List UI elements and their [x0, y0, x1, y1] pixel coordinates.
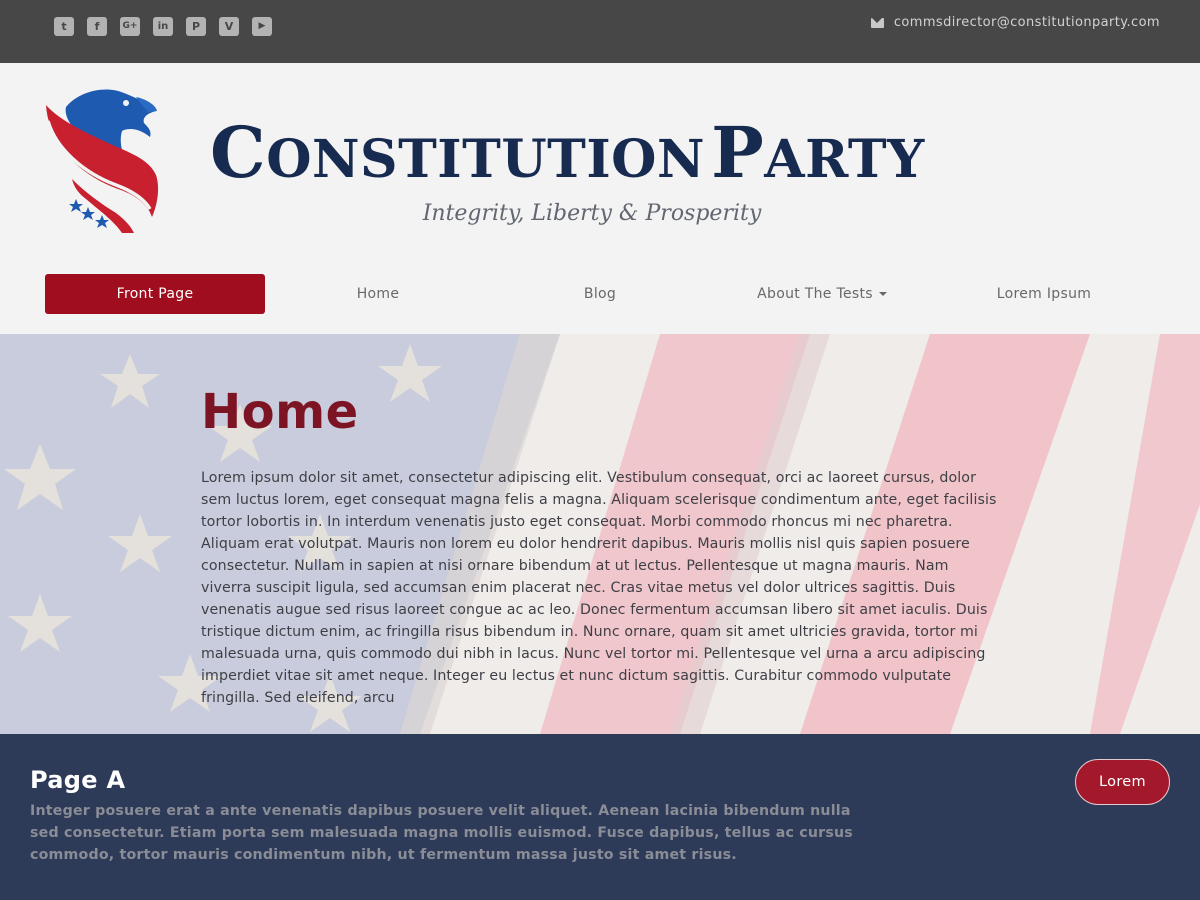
section-body-text: Integer posuere erat a ante venenatis da… — [30, 803, 853, 863]
title-word-party: ARTY — [764, 129, 925, 190]
nav-home[interactable]: Home — [267, 274, 489, 314]
twitter-icon[interactable]: t — [54, 17, 74, 36]
vimeo-icon[interactable]: V — [219, 17, 239, 36]
youtube-icon[interactable]: ▶ — [252, 17, 272, 36]
top-bar: t f G+ in P V ▶ commsdirector@constituti… — [0, 0, 1200, 63]
site-header: CONSTITUTION PARTY Integrity, Liberty & … — [0, 63, 1200, 334]
hero-section: Home Lorem ipsum dolor sit amet, consect… — [0, 334, 1200, 734]
title-word-constitution: ONSTITUTION — [266, 129, 706, 190]
contact-email[interactable]: commsdirector@constitutionparty.com — [870, 15, 1160, 30]
email-text[interactable]: commsdirector@constitutionparty.com — [894, 15, 1160, 30]
envelope-icon — [870, 17, 884, 28]
section-title: Page A — [30, 766, 126, 794]
social-links: t f G+ in P V ▶ — [54, 17, 272, 36]
hero-body-text: Lorem ipsum dolor sit amet, consectetur … — [201, 470, 997, 706]
nav-lorem-ipsum[interactable]: Lorem Ipsum — [933, 274, 1155, 314]
site-tagline: Integrity, Liberty & Prosperity — [0, 201, 1184, 226]
tagline-text: Integrity, Liberty & Prosperity — [422, 201, 762, 226]
title-initial-c: C — [210, 111, 267, 194]
caret-down-icon — [878, 292, 887, 296]
google-plus-icon[interactable]: G+ — [120, 17, 140, 36]
nav-about-the-tests[interactable]: About The Tests — [711, 274, 933, 314]
page-title: Home — [201, 384, 359, 440]
nav-front-page[interactable]: Front Page — [45, 274, 265, 314]
main-nav: Front Page Home Blog About The Tests Lor… — [45, 274, 1155, 314]
facebook-icon[interactable]: f — [87, 17, 107, 36]
page-a-section: Page A Integer posuere erat a ante venen… — [0, 734, 1200, 900]
lorem-button[interactable]: Lorem — [1075, 759, 1170, 805]
pinterest-icon[interactable]: P — [186, 17, 206, 36]
title-initial-p: P — [711, 111, 765, 194]
nav-blog[interactable]: Blog — [489, 274, 711, 314]
nav-about-label: About The Tests — [757, 286, 873, 302]
linkedin-icon[interactable]: in — [153, 17, 173, 36]
site-title[interactable]: CONSTITUTION PARTY — [210, 111, 980, 194]
